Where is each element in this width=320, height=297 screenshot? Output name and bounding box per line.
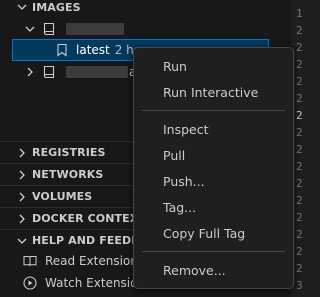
menu-item-copy-full-tag[interactable]: Copy Full Tag (138, 222, 289, 246)
chevron-right-icon (14, 145, 30, 161)
image-repository-item[interactable] (0, 18, 291, 40)
chevron-down-icon (14, 233, 30, 249)
line-number: 2 (296, 143, 303, 156)
line-number: 2 (296, 177, 303, 190)
menu-item-tag[interactable]: Tag... (138, 196, 289, 220)
line-number: 2 (296, 24, 303, 37)
menu-item-inspect[interactable]: Inspect (138, 118, 289, 142)
chevron-right-icon (22, 64, 38, 80)
line-number: 2 (296, 228, 303, 241)
line-number: 2 (296, 75, 303, 88)
chevron-right-icon (14, 189, 30, 205)
menu-separator (142, 110, 285, 111)
book-icon (22, 253, 38, 269)
redacted-repository-name (66, 66, 128, 78)
repository-book-icon (41, 21, 57, 37)
chevron-right-icon (14, 167, 30, 183)
menu-item-run-interactive[interactable]: Run Interactive (138, 81, 289, 105)
line-number: 2 (296, 194, 303, 207)
line-number: 3 (296, 279, 303, 292)
line-number: 2 (296, 58, 303, 71)
image-context-menu: Run Run Interactive Inspect Pull Push...… (133, 47, 294, 289)
menu-item-remove[interactable]: Remove... (138, 259, 289, 283)
repository-book-icon (41, 64, 57, 80)
line-number: 1 (296, 7, 303, 20)
menu-item-push[interactable]: Push... (138, 170, 289, 194)
line-number: 2 (296, 92, 303, 105)
line-number: 2 (296, 262, 303, 275)
section-label: IMAGES (32, 0, 81, 14)
line-number: 2 (296, 245, 303, 258)
section-images-header[interactable]: IMAGES (0, 0, 291, 18)
chevron-right-icon (14, 211, 30, 227)
line-number: 2 (296, 41, 303, 54)
help-item-label: Read Extension (45, 254, 138, 268)
tag-label: latest (76, 43, 110, 57)
line-number: 2 (296, 211, 303, 224)
menu-item-pull[interactable]: Pull (138, 144, 289, 168)
chevron-down-icon (14, 0, 30, 15)
line-number: 2 (296, 160, 303, 173)
section-label: NETWORKS (32, 168, 104, 181)
section-label: REGISTRIES (32, 146, 106, 159)
chevron-down-icon (22, 21, 38, 37)
section-label: VOLUMES (32, 190, 93, 203)
menu-separator (142, 251, 285, 252)
line-number-active: 2 (296, 109, 303, 122)
tag-bookmark-icon (54, 42, 70, 58)
line-number: 2 (296, 126, 303, 139)
menu-item-run[interactable]: Run (138, 55, 289, 79)
redacted-repository-name (66, 23, 124, 35)
play-circle-icon (22, 275, 38, 291)
